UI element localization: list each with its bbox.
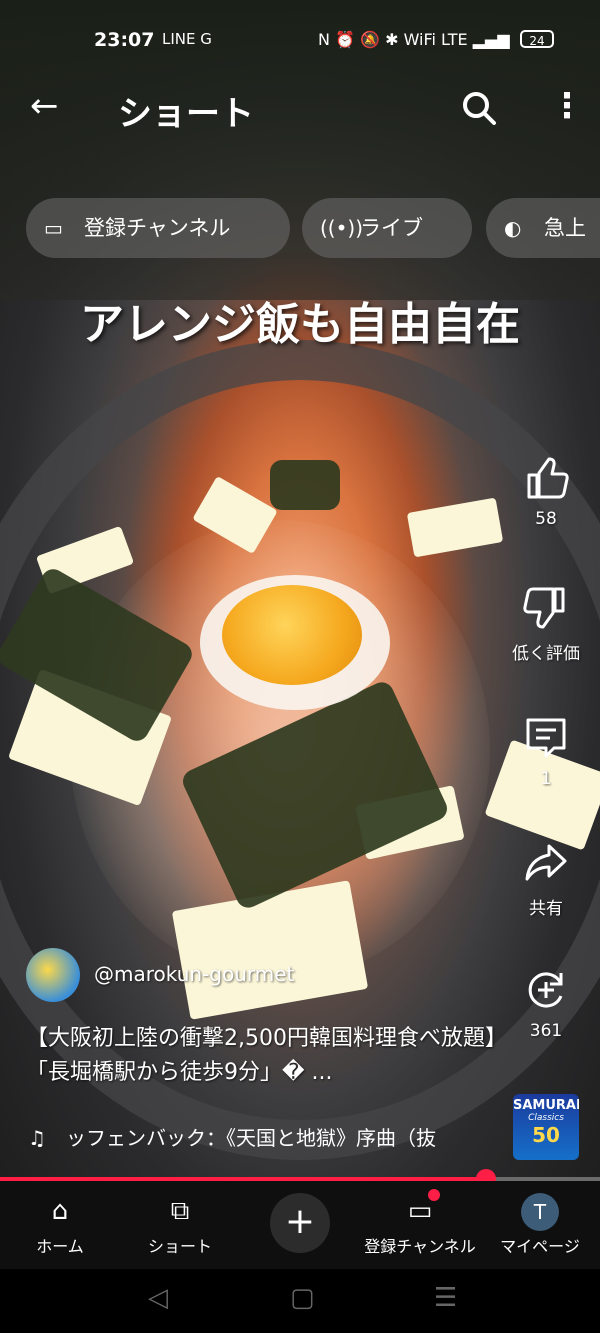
recents-icon[interactable]: ☰	[434, 1283, 457, 1313]
video-title[interactable]: 【大阪初上陸の衝撃2,500円韓国料理食べ放題】「長堀橋駅から徒歩9分」� ..…	[26, 1022, 496, 1090]
channel-handle[interactable]: @marokun-gourmet	[94, 962, 294, 986]
music-note-icon: ♫	[28, 1126, 46, 1150]
nav-shorts[interactable]: ⧉ ショート	[120, 1181, 240, 1269]
battery-icon: 24	[520, 30, 554, 48]
album-art[interactable]: SAMURAI Classics 50	[513, 1094, 579, 1160]
more-options-icon[interactable]: ⋮	[550, 86, 584, 126]
create-button[interactable]: +	[270, 1193, 330, 1253]
thumb-up-icon	[527, 457, 569, 499]
nav-label: ホーム	[36, 1237, 84, 1256]
channel-avatar[interactable]	[26, 948, 80, 1002]
share-icon	[525, 844, 567, 881]
comment-count: 1	[540, 769, 552, 789]
filter-chips: ▭ 登録チャンネル ((•))ライブ ◐ 急上	[26, 198, 600, 260]
share-label: 共有	[529, 899, 563, 919]
home-square-icon[interactable]: ▢	[290, 1283, 315, 1313]
nav-home[interactable]: ⌂ ホーム	[0, 1181, 120, 1269]
remix-button[interactable]: 361	[500, 967, 592, 1041]
back-arrow-icon[interactable]: ←	[30, 86, 59, 126]
system-status-icons: N ⏰ 🔕 ✱ WiFi LTE ▂▄▆	[318, 30, 510, 49]
system-nav-bar: ◁ ▢ ☰	[0, 1269, 600, 1333]
thumb-down-icon	[523, 587, 565, 629]
notification-icons: LINE G	[162, 30, 212, 48]
album-text-3: 50	[532, 1123, 560, 1147]
dislike-button[interactable]: 低く評価	[500, 585, 592, 664]
shorts-icon: ⧉	[170, 1196, 190, 1226]
chip-label: ライブ	[360, 216, 423, 240]
subscriptions-icon: ▭	[407, 1196, 433, 1226]
album-text-1: SAMURAI	[513, 1098, 579, 1113]
comments-button[interactable]: 1	[500, 715, 592, 789]
notification-dot	[428, 1189, 440, 1201]
status-time: 23:07	[94, 29, 155, 51]
music-info[interactable]: ♫ ッフェンバック：《天国と地獄》序曲（抜	[28, 1122, 498, 1151]
dislike-label: 低く評価	[512, 644, 580, 664]
chip-label: 急上	[544, 216, 586, 240]
music-title: ッフェンバック：《天国と地獄》序曲（抜	[66, 1126, 436, 1150]
home-icon: ⌂	[51, 1196, 69, 1226]
nav-label: 登録チャンネル	[364, 1237, 476, 1256]
page-title: ショート	[118, 94, 254, 134]
profile-avatar: T	[521, 1193, 559, 1231]
back-triangle-icon[interactable]: ◁	[148, 1283, 168, 1313]
live-icon: ((•))	[320, 216, 364, 240]
remix-icon	[528, 972, 563, 1008]
profile-avatar-wrap: T	[480, 1189, 600, 1233]
seaweed	[270, 460, 340, 510]
nav-label: ショート	[147, 1237, 212, 1256]
album-text-2: Classics	[528, 1113, 564, 1123]
nav-mypage[interactable]: T マイページ	[480, 1181, 600, 1269]
chip-subscriptions[interactable]: ▭ 登録チャンネル	[26, 198, 290, 258]
chip-live[interactable]: ((•))ライブ	[302, 198, 472, 258]
comment-icon	[526, 718, 566, 758]
subscriptions-icon: ▭	[44, 216, 63, 240]
chip-label: 登録チャンネル	[84, 216, 231, 240]
search-icon[interactable]	[461, 90, 497, 130]
egg-yolk	[222, 585, 362, 685]
nav-subscriptions[interactable]: ▭ 登録チャンネル	[360, 1181, 480, 1269]
status-bar: 23:07 LINE G N ⏰ 🔕 ✱ WiFi LTE ▂▄▆ 24	[0, 20, 600, 60]
trending-icon: ◐	[504, 216, 522, 240]
nav-label: マイページ	[500, 1237, 580, 1256]
share-button[interactable]: 共有	[500, 840, 592, 919]
video-caption: アレンジ飯も自由自在	[80, 299, 520, 350]
like-count: 58	[535, 509, 557, 529]
remix-count: 361	[529, 1021, 563, 1041]
top-app-bar: ← ショート ⋮	[0, 80, 600, 136]
like-button[interactable]: 58	[500, 455, 592, 529]
bottom-nav: ⌂ ホーム ⧉ ショート + ▭ 登録チャンネル T マイページ	[0, 1181, 600, 1269]
chip-trending[interactable]: ◐ 急上	[486, 198, 600, 258]
